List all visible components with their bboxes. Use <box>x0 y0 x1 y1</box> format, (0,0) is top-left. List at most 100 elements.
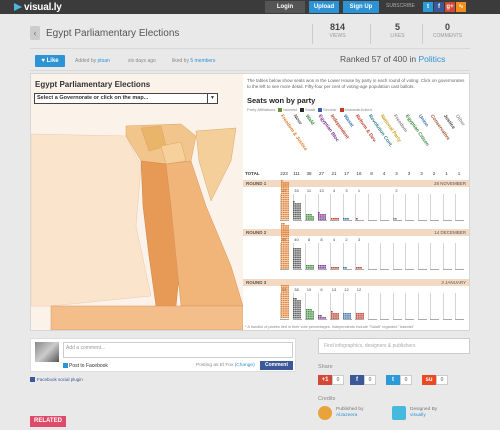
visually-logo[interactable]: visual.ly <box>14 2 62 13</box>
egypt-map[interactable] <box>31 106 243 330</box>
comment-input[interactable]: Add a comment... <box>63 342 293 358</box>
upload-button[interactable]: Upload <box>309 1 339 13</box>
party-header[interactable]: Nour <box>291 114 302 126</box>
posting-as: Posting as El Fox (Change) <box>196 363 255 368</box>
column-base <box>430 319 439 320</box>
party-header[interactable]: Wafd <box>304 114 315 126</box>
region-matrouh-newvalley[interactable] <box>31 133 152 307</box>
facebook-plugin[interactable]: Facebook social plugin <box>30 377 83 382</box>
seat-square <box>332 314 335 317</box>
seat-square <box>284 285 287 287</box>
column-base <box>417 269 427 270</box>
column-base <box>392 269 402 270</box>
column-base <box>417 220 427 221</box>
post-to-facebook[interactable]: Post to Facebook <box>63 363 108 369</box>
seat-square <box>311 264 314 267</box>
change-link[interactable]: (Change) <box>235 363 255 368</box>
seat-square <box>297 205 299 207</box>
designer-name[interactable]: visually <box>410 413 426 418</box>
signup-button[interactable]: Sign Up <box>343 1 379 13</box>
seat-square <box>286 196 289 199</box>
checkbox-icon[interactable] <box>63 363 68 368</box>
seat-square <box>295 312 297 315</box>
seat-square <box>297 256 299 258</box>
google-plus-share-button[interactable]: +1 0 <box>318 375 344 385</box>
seat-square <box>284 215 287 218</box>
author-link[interactable]: ptsan <box>98 58 110 64</box>
seat-square <box>280 237 283 240</box>
seat-square <box>293 209 295 212</box>
google-plus-icon[interactable]: g+ <box>445 2 455 12</box>
column-guide <box>455 194 464 220</box>
rss-icon[interactable]: ∿ <box>456 2 466 12</box>
party-header[interactable]: Egyptian Citizen <box>404 114 429 147</box>
seat-square <box>282 192 285 195</box>
seat-square <box>284 300 287 302</box>
seat-square <box>284 316 287 319</box>
round-header[interactable]: ROUND 3 3 JANUARY <box>243 279 469 286</box>
seat-squares <box>293 298 301 319</box>
column-guide <box>455 243 464 269</box>
column-base <box>292 269 302 270</box>
column-base <box>442 220 452 221</box>
login-button[interactable]: Login <box>265 1 305 13</box>
stumbleupon-share-button[interactable]: su 0 <box>422 375 448 385</box>
column-guide <box>342 243 352 269</box>
seat-square <box>297 260 299 263</box>
party-legend: Party Affiliations Islamist Salafi Secular M… <box>247 107 372 112</box>
governorate-select[interactable]: Select a Governorate or click on the map… <box>34 93 218 104</box>
category-link[interactable]: Politics <box>418 54 445 64</box>
seat-square <box>282 254 285 256</box>
seat-square <box>395 217 397 220</box>
party-header[interactable]: Other <box>454 114 465 127</box>
round-date: 14 DECEMBER <box>434 230 466 235</box>
search-input[interactable]: Find infographics, designers & publisher… <box>318 338 470 354</box>
column-guide <box>330 243 339 269</box>
seat-square <box>280 229 283 231</box>
twitter-icon[interactable]: t <box>423 2 433 12</box>
party-header[interactable]: Wasat <box>341 114 353 128</box>
region-aswan[interactable] <box>50 305 243 330</box>
seat-square <box>282 207 285 209</box>
column-guide <box>417 243 427 269</box>
seat-square <box>293 300 295 302</box>
round-party-count: 2 <box>395 188 398 193</box>
seat-square <box>284 302 287 304</box>
like-button[interactable]: ♥ Like <box>35 55 65 67</box>
facebook-icon[interactable]: f <box>434 2 444 12</box>
seat-square <box>332 312 335 315</box>
column-base <box>342 319 352 320</box>
seat-square <box>280 194 283 197</box>
seat-square <box>293 201 295 203</box>
seat-square <box>311 215 314 218</box>
party-header[interactable]: Union <box>416 114 428 128</box>
seat-square <box>305 217 308 220</box>
seat-square <box>309 264 312 267</box>
column-base <box>342 220 352 221</box>
seat-square <box>293 215 295 218</box>
seat-square <box>282 203 285 205</box>
twitter-share-button[interactable]: t0 <box>386 375 412 385</box>
seat-square <box>286 213 289 216</box>
seat-square <box>297 207 299 209</box>
seat-square <box>293 256 295 258</box>
publisher-name[interactable]: AlJazeera <box>336 413 357 418</box>
back-arrow-icon[interactable]: ‹ <box>30 26 40 40</box>
seat-square <box>305 314 308 317</box>
round-header[interactable]: ROUND 1 28 NOVEMBER <box>243 180 469 187</box>
seat-square <box>286 289 289 292</box>
round-header[interactable]: ROUND 2 14 DECEMBER <box>243 229 469 236</box>
column-guide <box>405 194 414 220</box>
seat-square <box>282 186 285 188</box>
seat-square <box>284 243 287 246</box>
seat-square <box>299 316 301 319</box>
comment-button[interactable]: Comment <box>260 361 293 370</box>
related-tab[interactable]: RELATED <box>30 416 66 427</box>
twitter-share-icon: t <box>386 375 400 385</box>
members-link[interactable]: 5 members <box>190 58 215 64</box>
facebook-share-button[interactable]: f0 <box>350 375 376 385</box>
party-total: 1 <box>445 171 448 176</box>
seat-squares <box>280 222 289 269</box>
seat-square <box>299 264 301 267</box>
seat-square <box>280 209 283 212</box>
